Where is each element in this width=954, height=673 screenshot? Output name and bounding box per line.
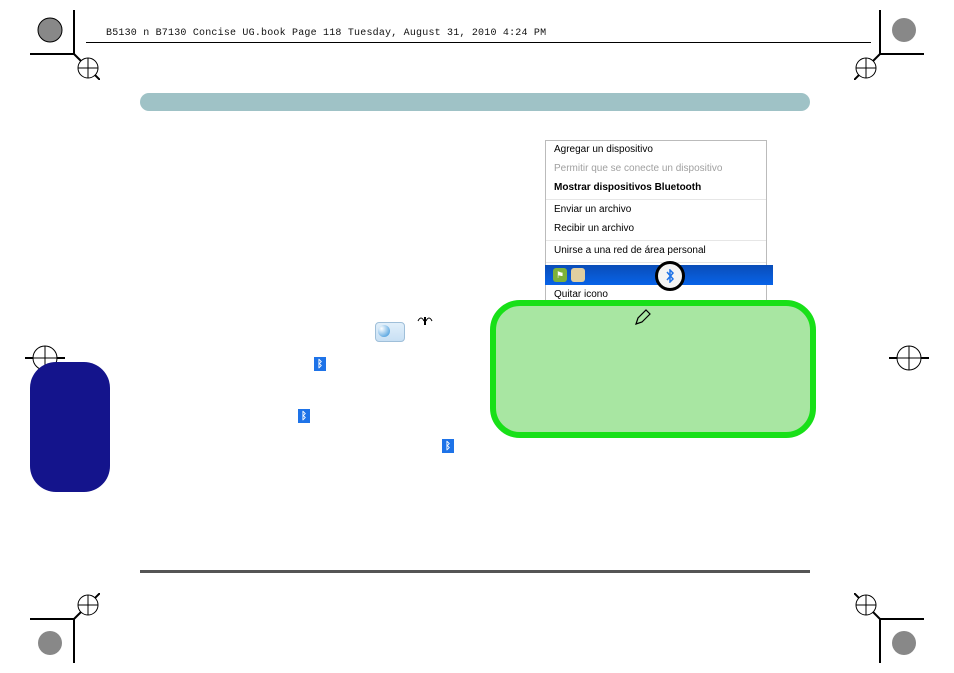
crop-mark-top-left — [30, 10, 100, 80]
page-header-meta: B5130 n B7130 Concise UG.book Page 118 T… — [106, 28, 546, 39]
wireless-icon — [416, 313, 434, 332]
bt-menu-allow-connect: Permitir que se conecte un dispositivo — [546, 160, 766, 179]
tray-icon-generic[interactable] — [571, 268, 585, 282]
bluetooth-icon: ᛒ — [314, 357, 326, 371]
footer-rule — [140, 570, 810, 573]
bt-menu-show-devices[interactable]: Mostrar dispositivos Bluetooth — [546, 179, 766, 198]
bt-menu-receive-file[interactable]: Recibir un archivo — [546, 220, 766, 239]
bluetooth-tray-highlight[interactable] — [655, 261, 685, 291]
section-title-bar — [140, 93, 810, 111]
tray-icon-action-center[interactable]: ⚑ — [553, 268, 567, 282]
bluetooth-icon: ᛒ — [442, 439, 454, 453]
crop-mark-top-right — [854, 10, 924, 80]
crop-mark-bottom-left — [30, 593, 100, 663]
crop-mark-bottom-right — [854, 593, 924, 663]
bluetooth-icon — [664, 269, 676, 283]
side-tab — [30, 362, 110, 492]
network-settings-icon[interactable] — [375, 322, 405, 342]
note-pen-icon — [634, 308, 652, 331]
bt-menu-join-pan[interactable]: Unirse a una red de área personal — [546, 242, 766, 261]
bt-menu-send-file[interactable]: Enviar un archivo — [546, 201, 766, 220]
crop-mark-right — [889, 328, 929, 388]
note-box — [490, 300, 816, 438]
header-rule — [86, 42, 871, 43]
bluetooth-icon: ᛒ — [298, 409, 310, 423]
bt-menu-add-device[interactable]: Agregar un dispositivo — [546, 141, 766, 160]
